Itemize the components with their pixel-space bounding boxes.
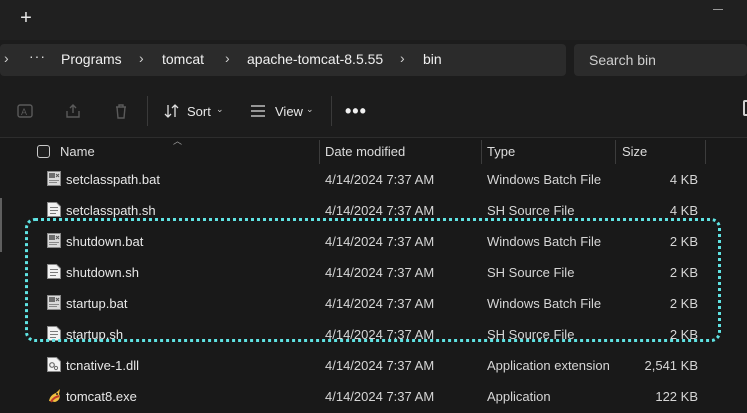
column-divider[interactable] [319, 140, 320, 164]
file-size: 2 KB [669, 234, 698, 249]
file-date-modified: 4/14/2024 7:37 AM [325, 203, 435, 218]
batch-file-icon [47, 171, 61, 186]
command-bar: A Sort ⌄ View ⌄ ••• [0, 84, 747, 138]
file-date-modified: 4/14/2024 7:37 AM [325, 358, 435, 373]
address-bar: › ··· Programs › tomcat › apache-tomcat-… [0, 40, 747, 84]
search-placeholder: Search bin [589, 52, 656, 68]
file-size: 2 KB [669, 296, 698, 311]
batch-file-icon [47, 233, 61, 248]
file-name: setclasspath.bat [66, 172, 160, 187]
file-date-modified: 4/14/2024 7:37 AM [325, 327, 435, 342]
file-name: tomcat8.exe [66, 389, 137, 404]
column-header-size[interactable]: Size [622, 144, 647, 159]
file-size: 2 KB [669, 265, 698, 280]
column-divider[interactable] [481, 140, 482, 164]
column-divider[interactable] [615, 140, 616, 164]
file-name: tcnative-1.dll [66, 358, 139, 373]
column-header-name[interactable]: Name [60, 144, 95, 159]
file-type: SH Source File [487, 203, 575, 218]
file-size: 2 KB [669, 327, 698, 342]
breadcrumb-item-bin[interactable]: bin [423, 51, 442, 67]
sh-file-icon [47, 202, 61, 217]
chevron-down-icon: ⌄ [306, 104, 314, 114]
file-type: Windows Batch File [487, 172, 602, 187]
sort-ascending-icon: ︿ [173, 136, 183, 146]
breadcrumb[interactable]: › ··· Programs › tomcat › apache-tomcat-… [0, 44, 566, 76]
more-options-button[interactable]: ••• [345, 101, 367, 122]
list-item[interactable]: tomcat8.exe 4/14/2024 7:37 AM Applicatio… [0, 381, 747, 412]
sh-file-icon [47, 264, 61, 279]
list-item[interactable]: startup.bat 4/14/2024 7:37 AM Windows Ba… [0, 288, 747, 319]
list-item[interactable]: setclasspath.sh 4/14/2024 7:37 AM SH Sou… [0, 195, 747, 226]
breadcrumb-item-tomcat[interactable]: tomcat [162, 51, 204, 67]
file-date-modified: 4/14/2024 7:37 AM [325, 389, 435, 404]
file-date-modified: 4/14/2024 7:37 AM [325, 172, 435, 187]
file-size: 122 KB [655, 389, 698, 404]
share-icon[interactable] [64, 102, 82, 120]
breadcrumb-item-apache-tomcat[interactable]: apache-tomcat-8.5.55 [247, 51, 383, 67]
details-pane-icon[interactable] [743, 100, 747, 116]
new-tab-button[interactable]: + [14, 6, 38, 30]
column-divider[interactable] [705, 140, 706, 164]
view-label: View [275, 104, 303, 119]
file-name: startup.sh [66, 327, 124, 342]
view-icon [251, 105, 265, 117]
chevron-down-icon: ⌄ [216, 104, 224, 114]
chevron-right-icon[interactable]: › [139, 50, 144, 66]
scroll-indicator[interactable] [0, 198, 2, 252]
svg-text:A: A [21, 107, 27, 117]
file-date-modified: 4/14/2024 7:37 AM [325, 296, 435, 311]
search-input[interactable]: Search bin [574, 44, 747, 76]
toolbar-divider [331, 96, 332, 126]
file-size: 4 KB [669, 172, 698, 187]
chevron-right-icon[interactable]: › [225, 50, 230, 66]
column-header-row: ︿ Name Date modified Type Size [0, 136, 747, 164]
chevron-right-icon[interactable]: › [4, 50, 9, 66]
dll-file-icon [47, 357, 61, 372]
title-bar: + [0, 0, 747, 40]
sort-label: Sort [187, 104, 211, 119]
file-date-modified: 4/14/2024 7:37 AM [325, 234, 435, 249]
column-header-type[interactable]: Type [487, 144, 515, 159]
list-item[interactable]: tcnative-1.dll 4/14/2024 7:37 AM Applica… [0, 350, 747, 381]
sort-button[interactable]: Sort ⌄ [164, 98, 230, 124]
file-type: Application [487, 389, 551, 404]
file-size: 4 KB [669, 203, 698, 218]
file-date-modified: 4/14/2024 7:37 AM [325, 265, 435, 280]
column-header-date[interactable]: Date modified [325, 144, 405, 159]
file-type: SH Source File [487, 327, 575, 342]
file-type: Windows Batch File [487, 296, 602, 311]
file-name: shutdown.sh [66, 265, 139, 280]
toolbar-divider [147, 96, 148, 126]
breadcrumb-item-programs[interactable]: Programs [61, 51, 122, 67]
file-type: Application extension [487, 358, 610, 373]
rename-icon[interactable]: A [16, 102, 34, 120]
file-name: setclasspath.sh [66, 203, 156, 218]
file-type: SH Source File [487, 265, 575, 280]
sort-icon [164, 104, 179, 118]
batch-file-icon [47, 295, 61, 310]
list-item[interactable]: shutdown.sh 4/14/2024 7:37 AM SH Source … [0, 257, 747, 288]
list-item[interactable]: setclasspath.bat 4/14/2024 7:37 AM Windo… [0, 164, 747, 195]
breadcrumb-overflow-button[interactable]: ··· [29, 48, 46, 64]
select-all-checkbox[interactable] [37, 145, 50, 158]
file-type: Windows Batch File [487, 234, 602, 249]
sh-file-icon [47, 326, 61, 341]
chevron-right-icon[interactable]: › [400, 50, 405, 66]
file-name: startup.bat [66, 296, 128, 311]
file-list: ︿ Name Date modified Type Size setclassp… [0, 136, 747, 413]
file-name: shutdown.bat [66, 234, 144, 249]
list-item[interactable]: shutdown.bat 4/14/2024 7:37 AM Windows B… [0, 226, 747, 257]
delete-icon[interactable] [112, 102, 130, 120]
file-size: 2,541 KB [644, 358, 699, 373]
view-button[interactable]: View ⌄ [250, 98, 320, 124]
list-item[interactable]: startup.sh 4/14/2024 7:37 AM SH Source F… [0, 319, 747, 350]
tomcat-exe-icon [47, 388, 61, 403]
minimize-icon[interactable] [713, 9, 723, 10]
